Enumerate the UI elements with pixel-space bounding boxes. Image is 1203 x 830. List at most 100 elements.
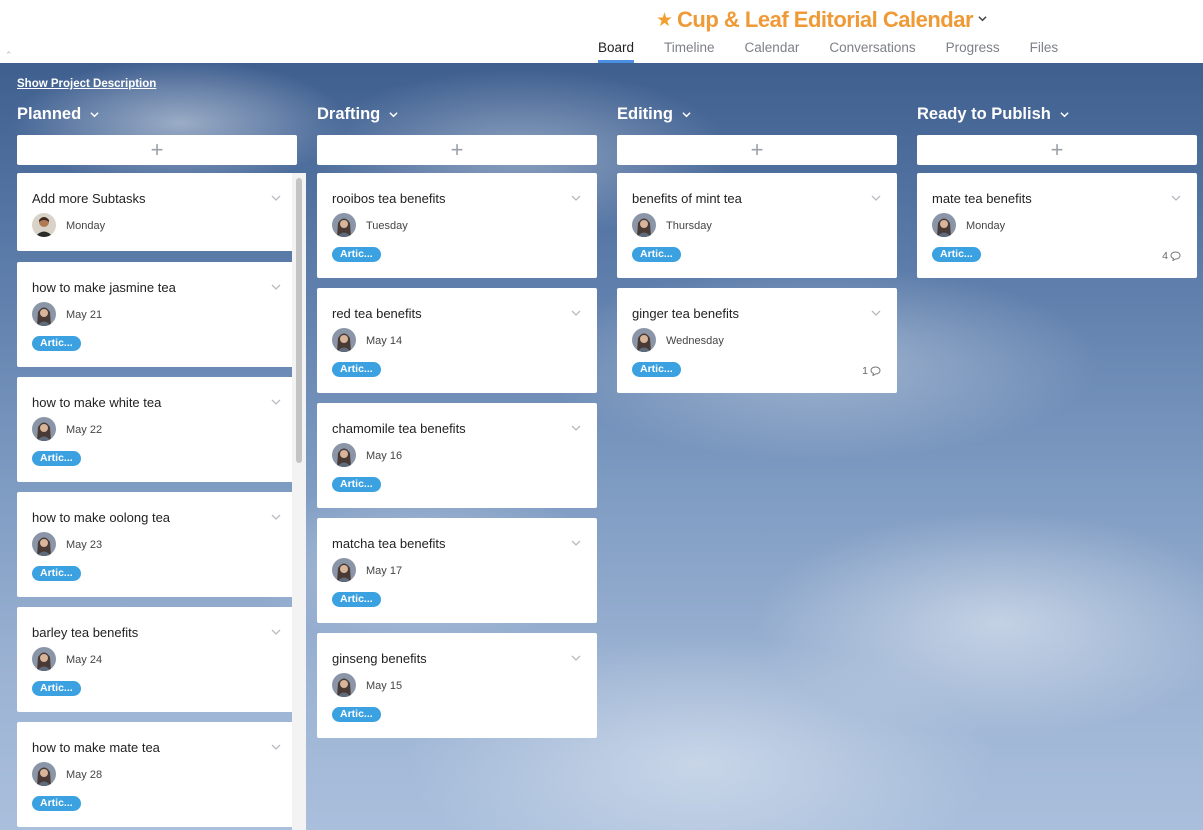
chevron-down-icon[interactable]	[90, 110, 99, 119]
article-tag[interactable]: Artic...	[932, 247, 981, 262]
chevron-down-icon[interactable]	[389, 110, 398, 119]
column-header[interactable]: Editing	[617, 103, 897, 125]
tab-conversations[interactable]: Conversations	[829, 40, 915, 63]
column-planned: Planned +	[17, 103, 297, 165]
due-date: May 17	[366, 565, 403, 577]
avatar[interactable]	[32, 417, 56, 441]
task-card[interactable]: barley tea benefits May 24 Artic...	[17, 607, 297, 712]
avatar[interactable]	[332, 443, 356, 467]
task-card[interactable]: mate tea benefits Monday Artic... 4	[917, 173, 1197, 278]
board-area: Show Project Description Planned + Draft…	[0, 63, 1203, 830]
avatar[interactable]	[332, 558, 356, 582]
task-name: mate tea benefits	[932, 191, 1032, 206]
due-date: May 23	[66, 539, 103, 551]
add-task-button[interactable]: +	[917, 135, 1197, 165]
task-card[interactable]: benefits of mint tea Thursday Artic...	[617, 173, 897, 278]
column-header[interactable]: Planned	[17, 103, 297, 125]
add-task-button[interactable]: +	[317, 135, 597, 165]
article-tag[interactable]: Artic...	[632, 247, 681, 262]
task-card[interactable]: ginseng benefits May 15 Artic...	[317, 633, 597, 738]
task-name: chamomile tea benefits	[332, 421, 466, 436]
avatar[interactable]	[332, 673, 356, 697]
task-card[interactable]: chamomile tea benefits May 16 Artic...	[317, 403, 597, 508]
avatar[interactable]	[32, 532, 56, 556]
avatar[interactable]	[32, 647, 56, 671]
article-tag[interactable]: Artic...	[332, 477, 381, 492]
comment-count[interactable]: 1	[862, 365, 881, 377]
add-task-button[interactable]: +	[17, 135, 297, 165]
article-tag[interactable]: Artic...	[332, 707, 381, 722]
project-header: ⌃ ★ Cup & Leaf Editorial Calendar Board …	[0, 0, 1203, 63]
star-icon[interactable]: ★	[656, 11, 673, 30]
chevron-down-icon[interactable]	[682, 110, 691, 119]
due-date: May 24	[66, 654, 103, 666]
tab-timeline[interactable]: Timeline	[664, 40, 715, 63]
task-card[interactable]: how to make jasmine tea May 21 Artic...	[17, 262, 297, 367]
show-project-description-link[interactable]: Show Project Description	[17, 78, 156, 90]
task-card[interactable]: how to make white tea May 22 Artic...	[17, 377, 297, 482]
chevron-down-icon[interactable]	[271, 398, 281, 406]
chevron-down-icon[interactable]	[871, 194, 881, 202]
article-tag[interactable]: Artic...	[32, 451, 81, 466]
avatar[interactable]	[32, 213, 56, 237]
chevron-down-icon[interactable]	[871, 309, 881, 317]
article-tag[interactable]: Artic...	[32, 336, 81, 351]
article-tag[interactable]: Artic...	[332, 592, 381, 607]
add-task-button[interactable]: +	[617, 135, 897, 165]
chevron-down-icon[interactable]	[571, 424, 581, 432]
article-tag[interactable]: Artic...	[32, 566, 81, 581]
task-card[interactable]: how to make oolong tea May 23 Artic...	[17, 492, 297, 597]
column-editing: Editing +	[617, 103, 897, 165]
task-card[interactable]: how to make mate tea May 28 Artic...	[17, 722, 297, 827]
collapse-sidebar-icon[interactable]: ⌃	[5, 50, 13, 61]
column-header[interactable]: Drafting	[317, 103, 597, 125]
avatar[interactable]	[332, 328, 356, 352]
chevron-down-icon[interactable]	[571, 309, 581, 317]
chevron-down-icon[interactable]	[271, 513, 281, 521]
tab-files[interactable]: Files	[1030, 40, 1059, 63]
task-card[interactable]: Add more Subtasks Monday	[17, 173, 297, 251]
avatar[interactable]	[632, 213, 656, 237]
project-tabs: Board Timeline Calendar Conversations Pr…	[598, 40, 1088, 63]
task-name: how to make white tea	[32, 395, 162, 410]
avatar[interactable]	[932, 213, 956, 237]
task-card[interactable]: red tea benefits May 14 Artic...	[317, 288, 597, 393]
avatar[interactable]	[332, 213, 356, 237]
task-card[interactable]: ginger tea benefits Wednesday Artic... 1	[617, 288, 897, 393]
chevron-down-icon[interactable]	[571, 194, 581, 202]
chevron-down-icon[interactable]	[1171, 194, 1181, 202]
scrollbar-thumb[interactable]	[296, 178, 302, 463]
chevron-down-icon[interactable]	[978, 14, 987, 23]
chevron-down-icon[interactable]	[571, 539, 581, 547]
due-date: Wednesday	[666, 335, 724, 347]
article-tag[interactable]: Artic...	[332, 362, 381, 377]
article-tag[interactable]: Artic...	[32, 681, 81, 696]
column-header[interactable]: Ready to Publish	[917, 103, 1197, 125]
task-card[interactable]: rooibos tea benefits Tuesday Artic...	[317, 173, 597, 278]
planned-card-list[interactable]: Add more Subtasks Monday how to make jas…	[17, 173, 309, 830]
chevron-down-icon[interactable]	[1060, 110, 1069, 119]
column-title: Planned	[17, 104, 82, 123]
tab-calendar[interactable]: Calendar	[745, 40, 800, 63]
chevron-down-icon[interactable]	[271, 628, 281, 636]
article-tag[interactable]: Artic...	[632, 362, 681, 377]
tab-progress[interactable]: Progress	[946, 40, 1000, 63]
chevron-down-icon[interactable]	[271, 283, 281, 291]
avatar[interactable]	[632, 328, 656, 352]
due-date: Monday	[66, 220, 106, 232]
comment-count-value: 1	[862, 365, 868, 377]
chevron-down-icon[interactable]	[271, 743, 281, 751]
tab-board[interactable]: Board	[598, 40, 635, 63]
task-card[interactable]: matcha tea benefits May 17 Artic...	[317, 518, 597, 623]
comment-count[interactable]: 4	[1162, 250, 1181, 262]
planned-scrollbar[interactable]	[292, 173, 306, 830]
task-name: how to make mate tea	[32, 740, 160, 755]
chevron-down-icon[interactable]	[571, 654, 581, 662]
avatar[interactable]	[32, 762, 56, 786]
article-tag[interactable]: Artic...	[32, 796, 81, 811]
chevron-down-icon[interactable]	[271, 194, 281, 202]
project-title[interactable]: Cup & Leaf Editorial Calendar	[677, 7, 974, 33]
avatar[interactable]	[32, 302, 56, 326]
article-tag[interactable]: Artic...	[332, 247, 381, 262]
task-name: rooibos tea benefits	[332, 191, 446, 206]
